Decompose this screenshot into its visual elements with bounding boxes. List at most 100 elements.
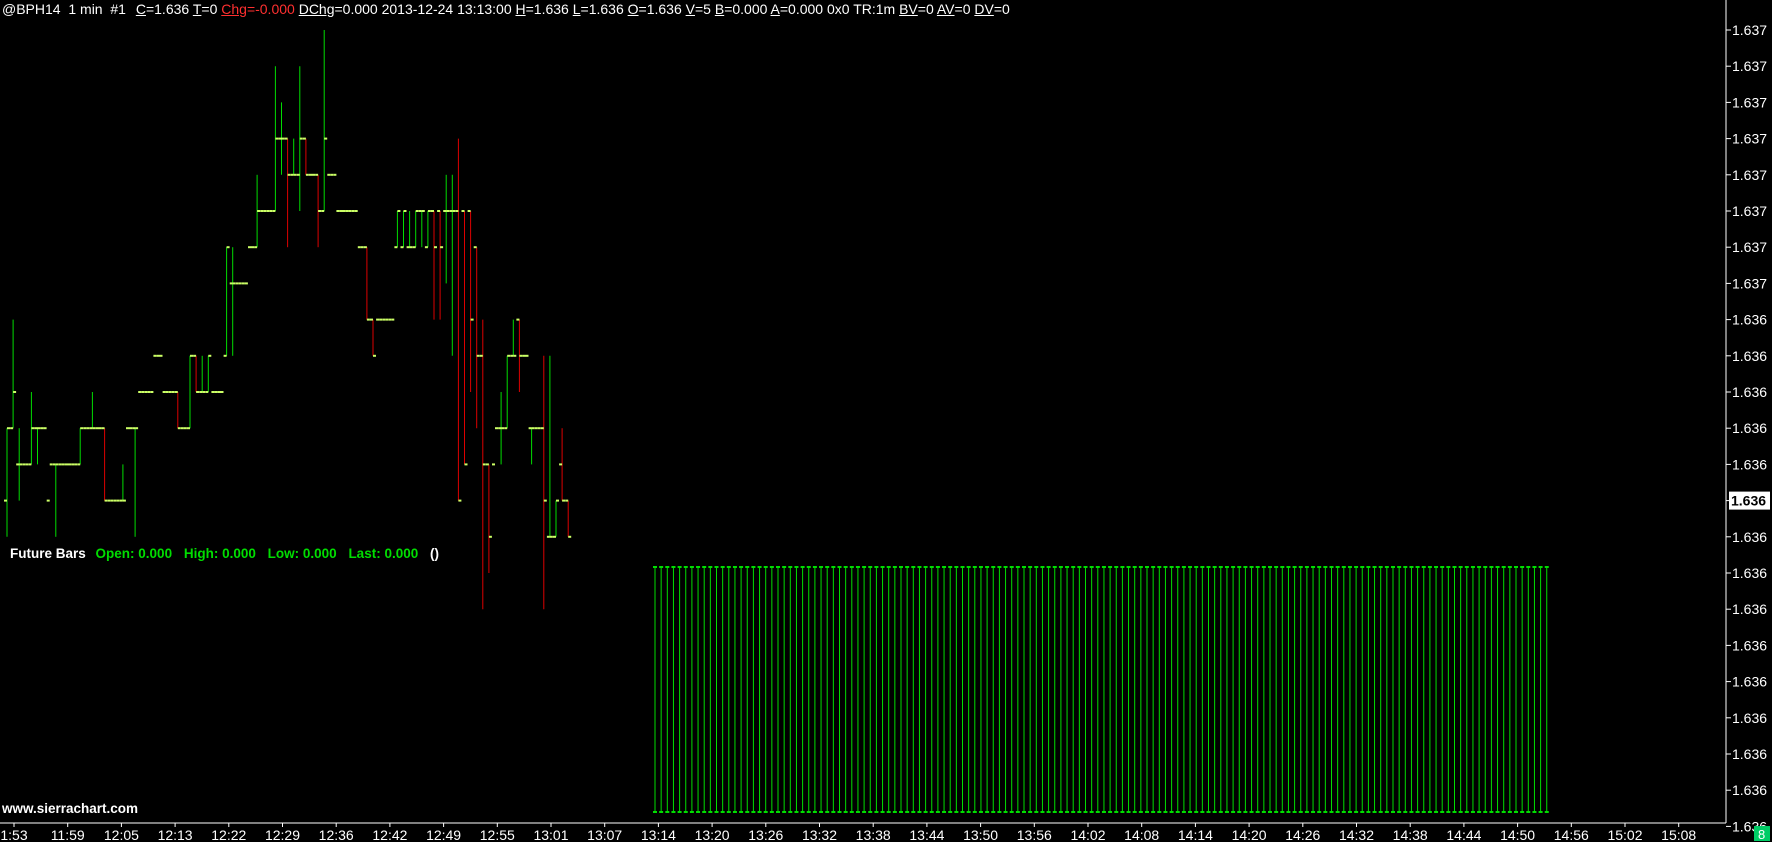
x-tick-label: 15:08 — [1661, 827, 1696, 842]
price-bar — [199, 355, 206, 393]
price-bar — [449, 174, 456, 356]
price-bar — [205, 354, 212, 393]
header-field-l: L=1.636 — [572, 1, 624, 17]
price-bar — [492, 427, 498, 466]
x-tick-label: 12:13 — [158, 827, 193, 842]
price-bar — [565, 499, 572, 538]
price-bar — [34, 427, 41, 465]
price-bar — [315, 173, 322, 248]
price-bar — [455, 138, 462, 502]
header-field-b: B=0.000 — [714, 1, 768, 17]
y-tick-label: 1.636 — [1732, 782, 1767, 798]
price-bar — [223, 246, 230, 357]
future-bars-label: Future Bars — [10, 546, 86, 561]
price-chart[interactable]: 1.637 1.637 1.637 1.637 1.637 1.637 1.637 1.637… — [0, 0, 1772, 842]
x-tick-label: 14:38 — [1393, 827, 1428, 842]
price-bar — [278, 102, 285, 175]
watermark-url: www.sierrachart.com — [2, 801, 139, 816]
x-tick-label: 14:20 — [1232, 827, 1267, 842]
price-bar — [437, 210, 444, 320]
price-bar — [4, 427, 10, 537]
price-bar — [485, 463, 492, 573]
y-tick-label: 1.637 — [1732, 167, 1767, 183]
price-bar — [553, 499, 559, 538]
price-bar — [89, 392, 96, 430]
future-bars-last: Last: 0.000 — [348, 546, 419, 561]
price-bar — [46, 463, 53, 502]
price-bar — [406, 211, 413, 249]
header-field-dv: DV=0 — [974, 1, 1010, 17]
x-tick-label: 14:50 — [1500, 827, 1535, 842]
x-tick-label: 13:01 — [533, 827, 568, 842]
price-bar — [418, 210, 425, 248]
y-tick-label: 1.637 — [1732, 94, 1767, 110]
x-tick-label: 13:50 — [963, 827, 998, 842]
x-tick-label: 12:49 — [426, 827, 461, 842]
current-price-label: 1.636 — [1731, 493, 1766, 509]
price-bar — [187, 354, 193, 430]
header-field-dchg: DChg=0.000 — [298, 1, 378, 17]
x-tick-label: 12:55 — [480, 827, 515, 842]
future-bars-low: Low: 0.000 — [267, 546, 337, 561]
price-bar — [498, 392, 505, 465]
x-tick-label: 12:29 — [265, 827, 300, 842]
y-tick-label: 1.636 — [1732, 348, 1767, 364]
x-tick-label: 12:42 — [372, 827, 407, 842]
future-bars-legend: Future Bars Open: 0.000 High: 0.000 Low:… — [10, 546, 445, 561]
y-tick-label: 1.637 — [1732, 58, 1767, 74]
price-bar — [504, 354, 511, 430]
y-tick-label: 1.636 — [1732, 710, 1767, 726]
price-bar — [302, 137, 309, 176]
price-bar — [370, 318, 376, 357]
x-tick-label: 15:02 — [1607, 827, 1642, 842]
x-tick-label: 13:56 — [1017, 827, 1052, 842]
header-field-t: T=0 — [192, 1, 218, 17]
x-tick-label: 11:59 — [51, 827, 85, 842]
price-bar — [296, 66, 303, 211]
y-tick-label: 1.636 — [1732, 637, 1767, 653]
price-bar — [77, 427, 84, 466]
y-tick-label: 1.636 — [1732, 312, 1767, 328]
y-tick-label: 1.636 — [1732, 746, 1767, 762]
y-tick-label: 1.636 — [1732, 674, 1767, 690]
price-bar — [119, 464, 126, 502]
x-tick-label: 13:14 — [641, 827, 676, 842]
future-bars-open: Open: 0.000 — [95, 546, 173, 561]
x-tick-label: 14:44 — [1446, 827, 1481, 842]
price-bar — [394, 210, 401, 249]
x-tick-label: 14:32 — [1339, 827, 1374, 842]
y-tick-label: 1.636 — [1732, 384, 1767, 400]
symbol: @BPH14 — [2, 1, 61, 17]
interval: 1 min — [68, 1, 103, 17]
price-bar — [516, 318, 523, 392]
price-bar — [528, 427, 535, 465]
y-tick-label: 1.636 — [1732, 601, 1767, 617]
price-bar — [443, 174, 450, 284]
price-bar — [174, 391, 181, 430]
price-bar — [132, 427, 139, 537]
x-tick-label: 13:44 — [909, 827, 944, 842]
header-field-h: H=1.636 — [515, 1, 569, 17]
chart-number: #1 — [110, 1, 126, 17]
header-field-c: C=1.636 — [135, 1, 190, 17]
y-tick-label: 1.637 — [1732, 203, 1767, 219]
price-bar — [559, 428, 566, 502]
price-bar — [254, 174, 261, 249]
y-tick-label: 1.637 — [1732, 239, 1767, 255]
header-bidask-size: 0x0 — [826, 1, 850, 17]
price-bar — [424, 210, 431, 249]
price-bar — [546, 355, 553, 538]
price-bar — [150, 354, 157, 393]
x-tick-label: 12:05 — [104, 827, 139, 842]
x-tick-label: 12:36 — [319, 827, 354, 842]
price-bar — [400, 210, 407, 249]
header-field-o: O=1.636 — [627, 1, 682, 17]
price-bar — [28, 392, 35, 466]
price-bar — [363, 246, 370, 321]
header-field-chg: Chg=-0.000 — [221, 1, 295, 17]
header-tr: TR:1m — [853, 1, 896, 17]
price-bar — [284, 137, 291, 248]
price-bar — [479, 319, 486, 610]
x-tick-label: 1:53 — [0, 827, 27, 842]
y-tick-label: 1.637 — [1732, 22, 1767, 38]
